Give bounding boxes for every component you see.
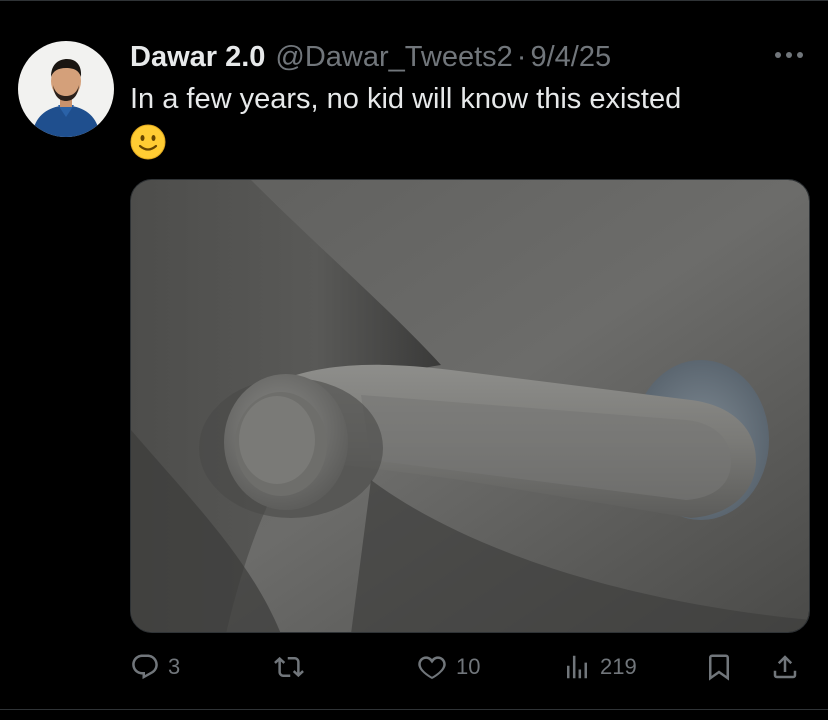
tweet-actions: 3 10 219: [130, 647, 810, 687]
tweet-text: In a few years, no kid will know this ex…: [130, 83, 682, 115]
share-icon: [773, 655, 797, 679]
author-display-name[interactable]: Dawar 2.0: [130, 41, 265, 74]
bottom-divider: [0, 709, 828, 710]
heart-icon: [418, 656, 446, 679]
reply-button[interactable]: 3: [130, 647, 180, 687]
avatar-photo-icon: [18, 41, 114, 137]
more-options-button[interactable]: [772, 45, 806, 65]
like-count: 10: [456, 654, 481, 679]
tweet: Dawar 2.0 @Dawar_Tweets2 · 9/4/25 In a f…: [0, 0, 828, 720]
analytics-icon: [567, 655, 587, 679]
bookmark-button[interactable]: [704, 647, 734, 687]
more-horizontal-icon: [775, 52, 803, 58]
reply-count: 3: [168, 654, 181, 679]
avatar[interactable]: [18, 41, 114, 137]
views-button[interactable]: 219: [562, 647, 637, 687]
reply-icon: [132, 654, 158, 680]
retweet-button[interactable]: [272, 647, 314, 687]
tweet-header: Dawar 2.0 @Dawar_Tweets2 · 9/4/25: [130, 37, 611, 77]
slightly-smiling-face-icon: [130, 124, 166, 160]
tweet-date[interactable]: 9/4/25: [530, 41, 611, 74]
view-count: 219: [600, 654, 637, 679]
tweet-text-block: In a few years, no kid will know this ex…: [130, 81, 790, 160]
header-separator: ·: [516, 40, 527, 73]
like-button[interactable]: 10: [416, 647, 480, 687]
bookmark-icon: [709, 654, 729, 681]
author-handle[interactable]: @Dawar_Tweets2: [275, 41, 512, 74]
tweet-media[interactable]: [130, 179, 810, 633]
share-button[interactable]: [770, 647, 800, 687]
window-crank-photo-icon: [131, 180, 809, 632]
retweet-icon: [274, 656, 304, 678]
